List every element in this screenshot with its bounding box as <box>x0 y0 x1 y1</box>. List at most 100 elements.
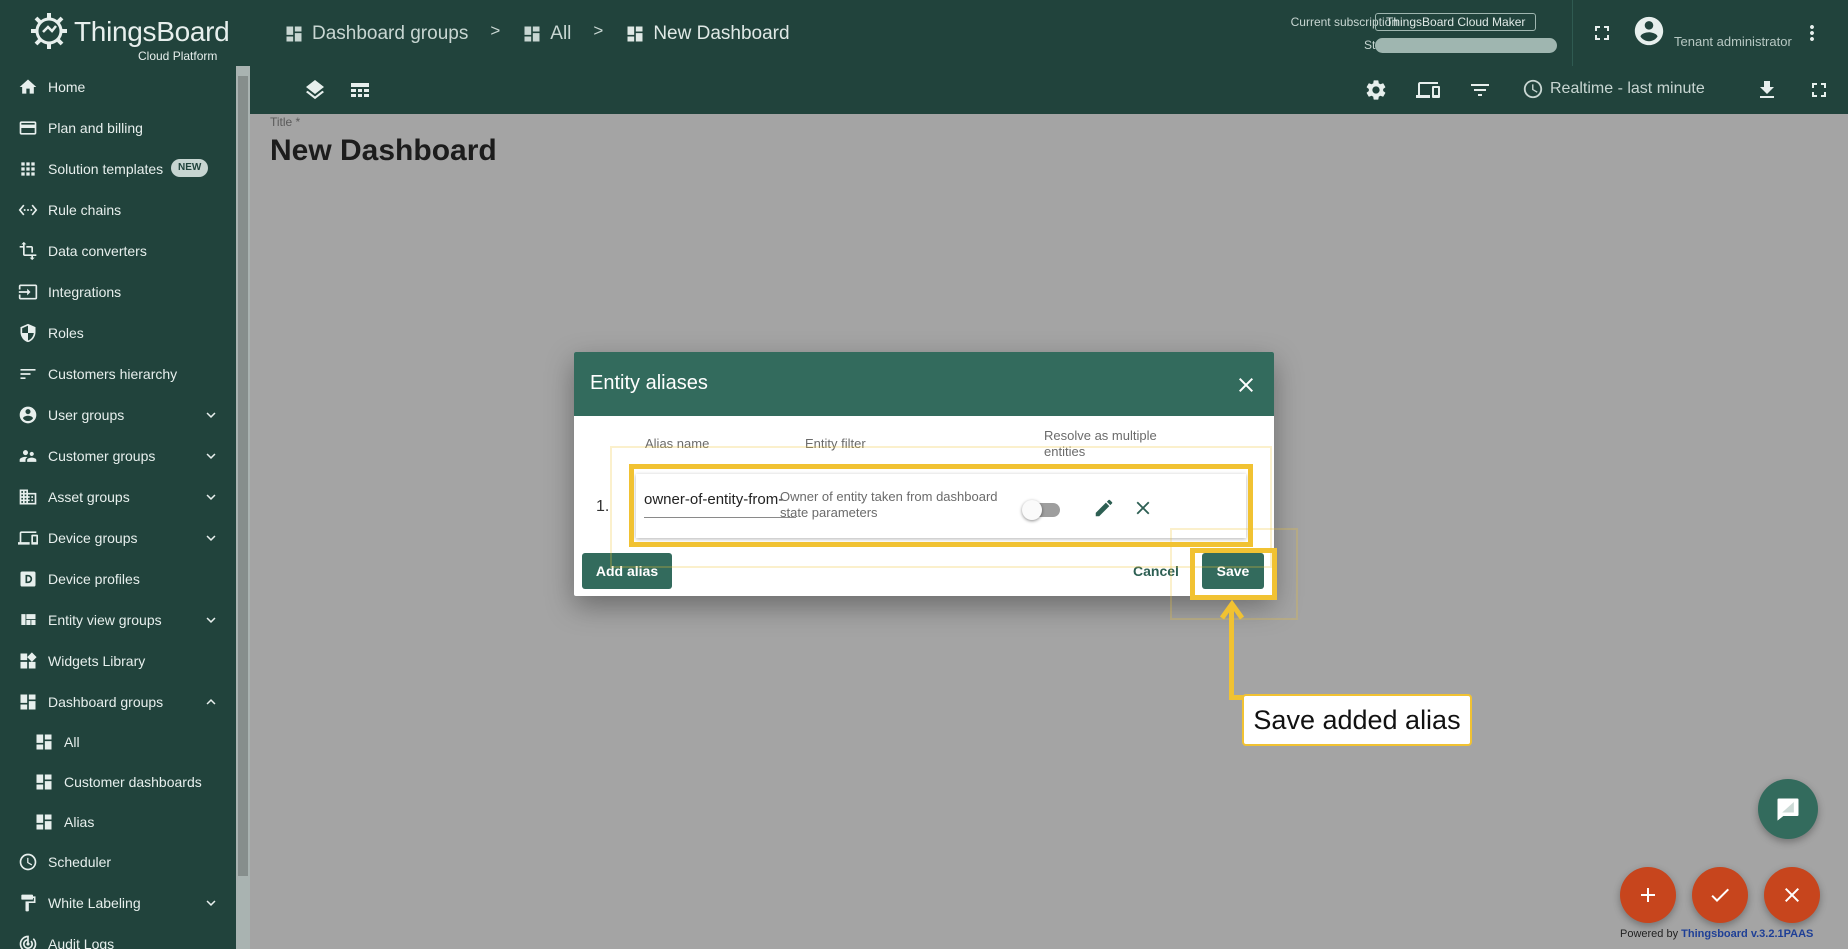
sidebar-item-user-groups[interactable]: User groups <box>0 394 236 435</box>
sidebar-item-label: Solution templates <box>48 160 164 177</box>
add-widget-button[interactable] <box>1620 867 1676 923</box>
chevron-up-icon[interactable] <box>202 693 220 711</box>
sidebar-item-customers-hierarchy[interactable]: Customers hierarchy <box>0 353 236 394</box>
breadcrumb-dashboard-groups[interactable]: Dashboard groups <box>284 23 468 45</box>
top-header: ThingsBoard Cloud Platform Dashboard gro… <box>0 0 1848 66</box>
breadcrumb: Dashboard groups > All > New Dashboard <box>284 20 790 48</box>
sidebar-item-label: Audit Logs <box>48 935 115 949</box>
sidebar-scrollbar-thumb[interactable] <box>238 76 248 876</box>
subscription-chip[interactable]: ThingsBoard Cloud Maker <box>1375 13 1537 31</box>
thingsboard-logo[interactable]: ThingsBoard Cloud Platform <box>28 8 238 63</box>
breadcrumb-label: All <box>550 23 572 44</box>
home-icon <box>19 79 37 94</box>
sidebar-item-label: Widgets Library <box>48 652 146 669</box>
sidebar-item-label: Entity view groups <box>48 611 162 628</box>
download-icon[interactable] <box>1755 78 1779 102</box>
chevron-down-icon[interactable] <box>202 406 220 424</box>
title-field-label: Title * <box>270 115 301 129</box>
sidebar-item-widgets-library[interactable]: Widgets Library <box>0 640 236 681</box>
gear-icon[interactable] <box>1364 78 1388 102</box>
sidebar-item-rule-chains[interactable]: Rule chains <box>0 189 236 230</box>
fullscreen-icon[interactable] <box>1807 78 1831 102</box>
breadcrumb-label: Dashboard groups <box>312 23 469 44</box>
sidebar-item-asset-groups[interactable]: Asset groups <box>0 476 236 517</box>
sort-icon <box>20 368 36 379</box>
schedule-icon <box>19 853 37 870</box>
supervisor-icon <box>19 449 37 462</box>
chevron-down-icon[interactable] <box>202 488 220 506</box>
close-icon[interactable] <box>1234 373 1258 397</box>
credit-card-icon <box>19 120 37 135</box>
devices-icon <box>18 530 38 545</box>
sidebar-item-label: Plan and billing <box>48 119 143 136</box>
dashboard-icon <box>286 26 302 42</box>
dialog-header: Entity aliases <box>574 352 1274 416</box>
sidebar-item-device-profiles[interactable]: Device profiles <box>0 558 236 599</box>
chevron-down-icon[interactable] <box>202 447 220 465</box>
dashboard-title-input[interactable]: New Dashboard <box>270 134 497 168</box>
callout-arrow-line <box>1229 608 1234 700</box>
tutorial-callout: Save added alias <box>1242 694 1472 746</box>
more-vert-icon[interactable] <box>1800 21 1824 45</box>
sidebar-item-integrations[interactable]: Integrations <box>0 271 236 312</box>
new-badge: NEW <box>171 159 209 177</box>
fullscreen-icon[interactable] <box>1590 21 1614 45</box>
sidebar-item-entity-view-groups[interactable]: Entity view groups <box>0 599 236 640</box>
breadcrumb-all[interactable]: All <box>522 23 571 45</box>
sidebar-item-device-groups[interactable]: Device groups <box>0 517 236 558</box>
view-agenda-icon[interactable] <box>348 78 372 102</box>
sidebar-item-home[interactable]: Home <box>0 66 236 107</box>
row-index: 1. <box>596 498 610 515</box>
sidebar-item-customer-groups[interactable]: Customer groups <box>0 435 236 476</box>
chevron-down-icon[interactable] <box>202 611 220 629</box>
chat-icon <box>1777 798 1799 821</box>
sidebar-item-solution-templates[interactable]: Solution templates NEW <box>0 148 236 189</box>
format-paint-icon <box>21 894 36 911</box>
sidebar-item-roles[interactable]: Roles <box>0 312 236 353</box>
sidebar-item-customer-dashboards[interactable]: Customer dashboards <box>0 761 236 802</box>
chevron-down-icon[interactable] <box>202 529 220 547</box>
device-profile-icon <box>20 571 36 586</box>
dashboard-icon <box>20 694 36 709</box>
sidebar-item-audit-logs[interactable]: Audit Logs <box>0 923 236 949</box>
apps-grid-icon <box>21 161 35 176</box>
input-icon <box>18 284 38 299</box>
sidebar-item-white-labeling[interactable]: White Labeling <box>0 882 236 923</box>
check-icon <box>1711 888 1729 902</box>
track-changes-icon <box>19 935 37 949</box>
timewindow-label: Realtime - last minute <box>1550 80 1705 97</box>
discard-changes-button[interactable] <box>1764 867 1820 923</box>
sidebar-item-alias[interactable]: Alias <box>0 801 236 842</box>
timewindow-selector[interactable]: Realtime - last minute <box>1522 78 1705 100</box>
sidebar-item-label: Device groups <box>48 529 138 546</box>
dashboard-icon <box>524 26 540 42</box>
sidebar-item-plan-and-billing[interactable]: Plan and billing <box>0 107 236 148</box>
header-divider <box>1572 0 1573 66</box>
chevron-down-icon[interactable] <box>202 894 220 912</box>
sidebar: Home Plan and billing Solution templates NE… <box>0 66 250 949</box>
sidebar-item-scheduler[interactable]: Scheduler <box>0 841 236 882</box>
sidebar-item-label: Alias <box>64 813 95 830</box>
apply-changes-button[interactable] <box>1692 867 1748 923</box>
devices-icon[interactable] <box>1416 78 1440 102</box>
powered-by-label: Powered by <box>1620 928 1679 940</box>
sidebar-item-all[interactable]: All <box>0 721 236 762</box>
sidebar-item-label: Scheduler <box>48 853 112 870</box>
filter-list-icon[interactable] <box>1468 78 1492 102</box>
sidebar-item-label: Home <box>48 78 86 95</box>
account-circle-icon[interactable] <box>1632 14 1666 48</box>
sidebar-item-dashboard-groups[interactable]: Dashboard groups <box>0 681 236 722</box>
sidebar-item-label: Data converters <box>48 242 147 259</box>
sidebar-item-label: Customer dashboards <box>64 773 202 790</box>
breadcrumb-separator: > <box>490 21 501 40</box>
account-circle-icon <box>19 406 37 423</box>
sidebar-item-label: Customers hierarchy <box>48 365 178 382</box>
dashboard-icon <box>36 814 52 829</box>
chat-button[interactable] <box>1758 779 1818 839</box>
version-link[interactable]: Thingsboard v.3.2.1PAAS <box>1681 928 1813 940</box>
highlight-save-button <box>1190 548 1277 600</box>
subscription-info: Current subscription ThingsBoard Cloud M… <box>1262 12 1562 56</box>
dashboard-icon <box>36 734 52 749</box>
layers-icon[interactable] <box>303 78 327 102</box>
sidebar-item-data-converters[interactable]: Data converters <box>0 230 236 271</box>
